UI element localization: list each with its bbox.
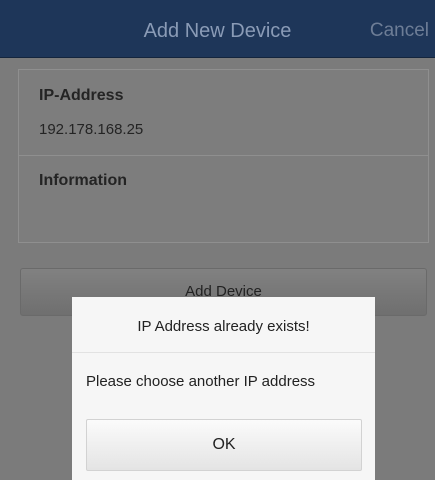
ok-button[interactable]: OK: [86, 419, 362, 471]
add-device-screen: Add New Device Cancel IP-Address 192.178…: [0, 0, 435, 480]
app-header: Add New Device Cancel: [0, 0, 435, 58]
ip-address-label: IP-Address: [39, 87, 124, 104]
dialog-message: Please choose another IP address: [86, 373, 316, 390]
information-label: Information: [39, 172, 127, 189]
dialog-title: IP Address already exists!: [72, 297, 375, 353]
error-dialog: IP Address already exists! Please choose…: [72, 297, 375, 480]
device-form: IP-Address 192.178.168.25 Information: [18, 69, 429, 243]
ip-address-row[interactable]: IP-Address 192.178.168.25: [19, 70, 428, 156]
ip-address-field[interactable]: 192.178.168.25: [39, 121, 143, 138]
information-row[interactable]: Information: [19, 156, 428, 242]
cancel-button[interactable]: Cancel: [370, 0, 429, 58]
